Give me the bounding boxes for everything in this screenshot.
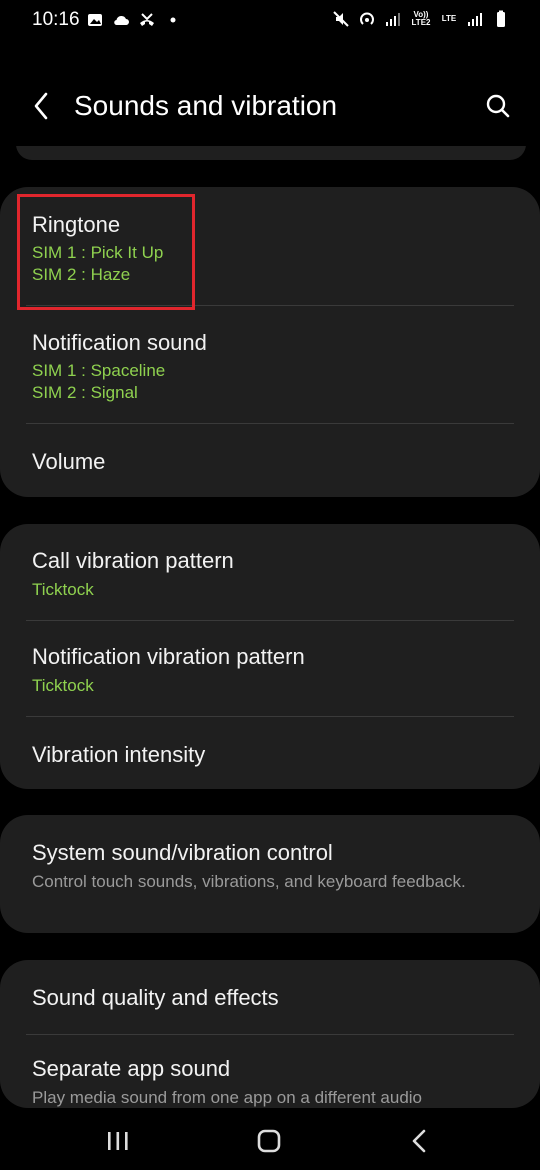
- volume-item[interactable]: Volume: [0, 424, 540, 497]
- gallery-icon: [88, 14, 102, 26]
- cloud-icon: [114, 15, 129, 26]
- notification-sound-sim1: SIM 1 : Spaceline: [32, 361, 166, 380]
- volte-lte2-icon: Vo)) LTE2: [411, 10, 431, 27]
- dot-icon: [170, 17, 176, 23]
- battery-icon: [497, 10, 505, 27]
- volume-title: Volume: [32, 449, 106, 474]
- navigation-bar: [0, 1110, 540, 1170]
- back-arrow-icon[interactable]: [28, 88, 56, 124]
- notification-sound-sim2: SIM 2 : Signal: [32, 383, 138, 402]
- hotspot-icon: [360, 12, 374, 25]
- notification-sound-item[interactable]: Notification sound SIM 1 : Spaceline SIM…: [0, 306, 540, 423]
- system-sound-vibration-control-desc: Control touch sounds, vibrations, and ke…: [32, 872, 466, 891]
- vibration-intensity-item[interactable]: Vibration intensity: [0, 717, 540, 789]
- header: Sounds and vibration: [0, 76, 540, 136]
- sound-quality-and-effects-title: Sound quality and effects: [32, 985, 279, 1010]
- lte-icon: LTE: [441, 14, 457, 23]
- vibration-intensity-title: Vibration intensity: [32, 742, 206, 767]
- highlight-annotation: [17, 194, 195, 310]
- home-icon[interactable]: [251, 1126, 287, 1156]
- call-vibration-pattern-title: Call vibration pattern: [32, 548, 234, 573]
- call-vibration-pattern-item[interactable]: Call vibration pattern Ticktock: [0, 524, 540, 620]
- system-sound-vibration-control-title: System sound/vibration control: [32, 840, 333, 865]
- back-icon[interactable]: [402, 1126, 438, 1156]
- settings-card-sound-quality: Sound quality and effects Separate app s…: [0, 960, 540, 1108]
- settings-card-vibration: Call vibration pattern Ticktock Notifica…: [0, 524, 540, 789]
- separate-app-sound-title: Separate app sound: [32, 1056, 231, 1081]
- status-bar: 10:16 Vo)) LTE2 LTE: [0, 0, 540, 40]
- recents-icon[interactable]: [100, 1126, 136, 1156]
- signal-icon: [386, 13, 400, 26]
- signal-icon: [468, 13, 482, 26]
- call-vibration-pattern-value: Ticktock: [32, 580, 94, 599]
- mute-icon: [333, 11, 349, 27]
- previous-card-edge: [16, 146, 526, 160]
- missed-call-icon: [140, 13, 154, 26]
- notification-vibration-pattern-item[interactable]: Notification vibration pattern Ticktock: [0, 621, 540, 716]
- settings-card-system-sound: System sound/vibration control Control t…: [0, 815, 540, 933]
- notification-vibration-pattern-value: Ticktock: [32, 676, 94, 695]
- notification-sound-title: Notification sound: [32, 330, 207, 355]
- status-time: 10:16: [32, 9, 80, 30]
- page-title: Sounds and vibration: [74, 90, 338, 121]
- sound-quality-and-effects-item[interactable]: Sound quality and effects: [0, 960, 540, 1034]
- separate-app-sound-item[interactable]: Separate app sound Play media sound from…: [0, 1035, 540, 1108]
- notification-vibration-pattern-title: Notification vibration pattern: [32, 644, 305, 669]
- search-icon[interactable]: [482, 90, 514, 122]
- system-sound-vibration-control-item[interactable]: System sound/vibration control Control t…: [0, 815, 540, 933]
- separate-app-sound-desc: Play media sound from one app on a diffe…: [32, 1088, 423, 1107]
